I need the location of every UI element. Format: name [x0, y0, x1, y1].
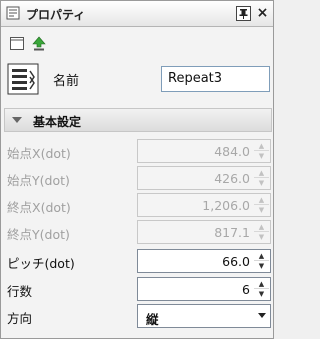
- spin-up-icon: ▲: [254, 195, 269, 205]
- spin-up-icon: ▲: [254, 141, 269, 151]
- repeat-object-icon: [7, 63, 39, 95]
- panel-titlebar[interactable]: プロパティ ×: [1, 1, 273, 27]
- property-label: ピッチ(dot): [7, 256, 75, 271]
- start-x-spinner: 484.0 ▲ ▼: [137, 139, 271, 163]
- property-row-end-x: 終点X(dot) 1,206.0 ▲ ▼: [1, 192, 273, 218]
- property-row-direction: 方向 縦: [1, 303, 273, 329]
- spin-up-icon[interactable]: ▲: [254, 251, 269, 261]
- spinner-value: 817.1: [214, 225, 250, 240]
- row-count-spinner[interactable]: 6 ▲ ▼: [137, 277, 271, 301]
- direction-select[interactable]: 縦: [137, 304, 271, 328]
- end-x-spinner: 1,206.0 ▲ ▼: [137, 193, 271, 217]
- spinner-value[interactable]: 66.0: [222, 254, 250, 269]
- property-label: 始点Y(dot): [7, 173, 70, 188]
- spin-down-icon: ▼: [258, 152, 265, 160]
- end-y-spinner: 817.1 ▲ ▼: [137, 220, 271, 244]
- spin-down-icon: ▼: [258, 233, 265, 241]
- close-icon[interactable]: ×: [255, 4, 270, 22]
- spin-down-icon: ▼: [258, 179, 265, 187]
- property-label: 始点X(dot): [7, 146, 71, 161]
- name-label: 名前: [53, 74, 80, 89]
- green-up-arrow-icon[interactable]: [31, 36, 47, 52]
- pin-icon[interactable]: [236, 6, 251, 21]
- property-row-rows: 行数 6 ▲ ▼: [1, 276, 273, 302]
- spinner-value: 426.0: [214, 171, 250, 186]
- spin-up-icon: ▲: [254, 168, 269, 178]
- panel-title: プロパティ: [26, 8, 86, 22]
- toolbar: [1, 28, 273, 55]
- collapse-arrow-icon[interactable]: [11, 114, 23, 126]
- spinner-value[interactable]: 6: [242, 282, 250, 297]
- property-row-start-y: 始点Y(dot) 426.0 ▲ ▼: [1, 165, 273, 191]
- property-row-start-x: 始点X(dot) 484.0 ▲ ▼: [1, 138, 273, 164]
- property-row-pitch: ピッチ(dot) 66.0 ▲ ▼: [1, 248, 273, 274]
- section-label: 基本設定: [33, 115, 82, 129]
- spin-up-icon[interactable]: ▲: [254, 279, 269, 289]
- spinner-value: 484.0: [214, 144, 250, 159]
- properties-panel: プロパティ × 名前 Repeat3 基本設定 始点X(dot) 484.0 ▲…: [0, 0, 274, 339]
- window-frame-icon[interactable]: [9, 36, 25, 52]
- property-label: 終点X(dot): [7, 200, 71, 215]
- property-label: 方向: [7, 311, 33, 326]
- property-row-end-y: 終点Y(dot) 817.1 ▲ ▼: [1, 219, 273, 245]
- section-basic-settings[interactable]: 基本設定: [4, 108, 272, 132]
- spin-down-icon: ▼: [258, 206, 265, 214]
- property-label: 終点Y(dot): [7, 227, 70, 242]
- spin-up-icon: ▲: [254, 222, 269, 232]
- pin-glyph-icon: [239, 9, 248, 19]
- chevron-down-icon[interactable]: [258, 313, 266, 318]
- pitch-spinner[interactable]: 66.0 ▲ ▼: [137, 249, 271, 273]
- start-y-spinner: 426.0 ▲ ▼: [137, 166, 271, 190]
- properties-icon: [6, 6, 20, 20]
- spin-down-icon[interactable]: ▼: [254, 289, 269, 299]
- object-name-row: 名前 Repeat3: [1, 57, 273, 101]
- spin-down-icon[interactable]: ▼: [254, 261, 269, 271]
- select-value: 縦: [146, 312, 159, 327]
- name-input[interactable]: Repeat3: [161, 66, 270, 92]
- property-label: 行数: [7, 284, 33, 299]
- spinner-value: 1,206.0: [202, 198, 250, 213]
